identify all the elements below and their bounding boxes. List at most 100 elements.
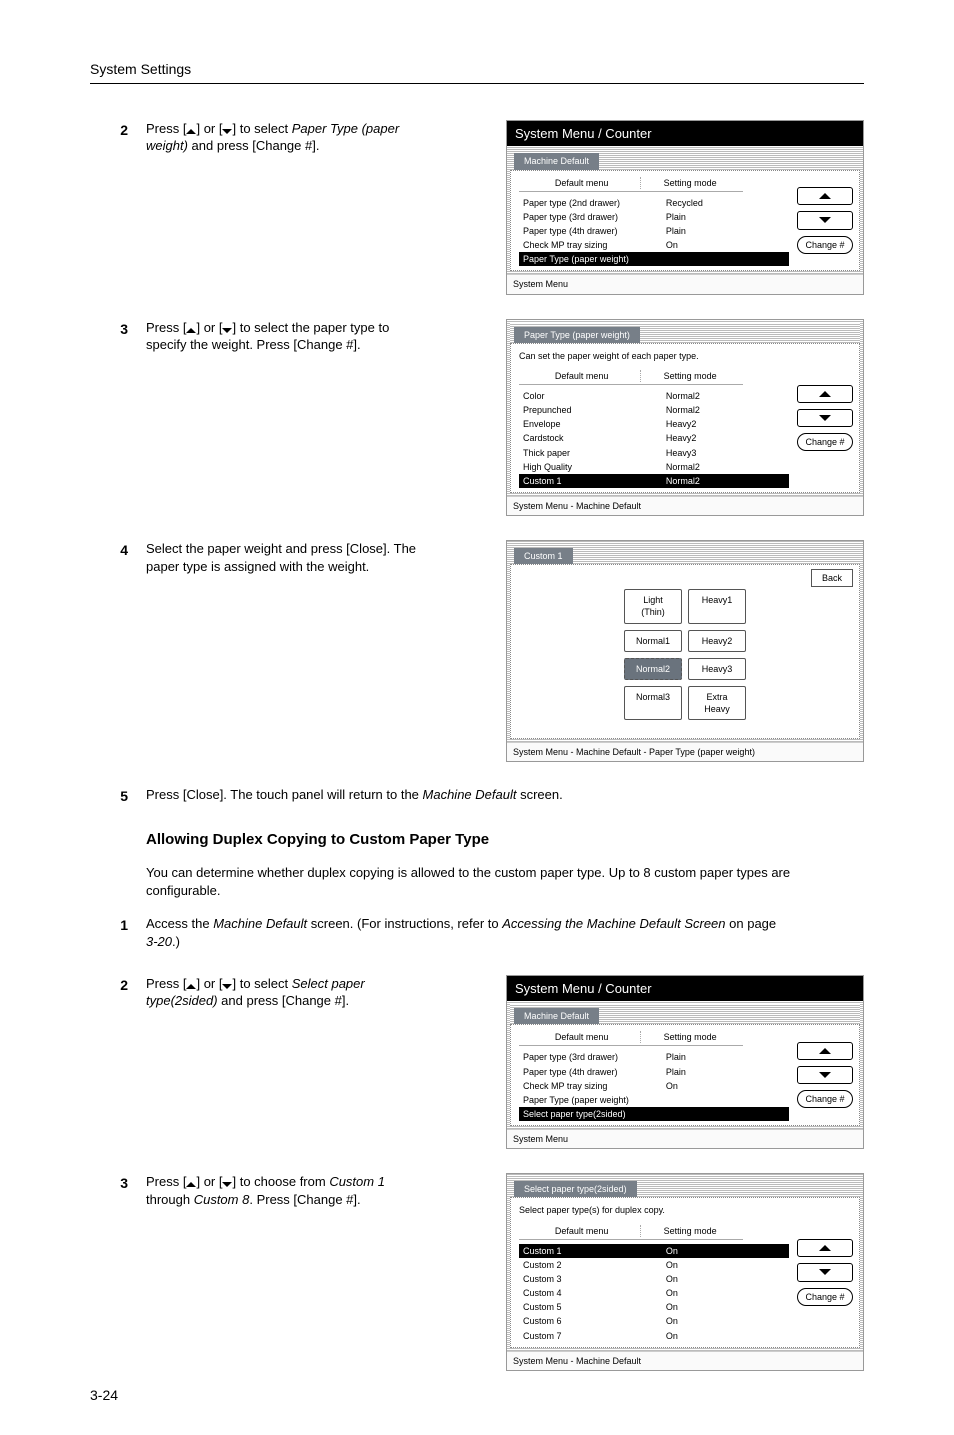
- t: ] or [: [196, 121, 222, 136]
- row-name[interactable]: Paper type (3rd drawer): [523, 211, 666, 223]
- panel-list: Paper type (3rd drawer)Plain Paper type …: [519, 1050, 789, 1121]
- legend-left: Default menu: [523, 1031, 640, 1043]
- row-mode: Plain: [666, 225, 785, 237]
- row-name[interactable]: Prepunched: [523, 404, 666, 416]
- row-mode: Heavy3: [666, 447, 785, 459]
- row-name[interactable]: Select paper type(2sided): [523, 1108, 666, 1120]
- weight-option[interactable]: Light(Thin): [624, 589, 682, 623]
- legend-right: Setting mode: [640, 1225, 739, 1237]
- row-name[interactable]: Custom 1: [523, 475, 666, 487]
- t: on page: [726, 916, 777, 931]
- t: through: [146, 1192, 194, 1207]
- t: Custom 8: [194, 1192, 250, 1207]
- weight-option[interactable]: ExtraHeavy: [688, 686, 746, 720]
- scroll-up-button[interactable]: [797, 187, 853, 205]
- row-name[interactable]: Check MP tray sizing: [523, 1080, 666, 1092]
- down-arrow-icon: [819, 1269, 831, 1275]
- up-arrow-icon: [819, 1048, 831, 1054]
- scroll-up-button[interactable]: [797, 1239, 853, 1257]
- up-arrow-icon: [819, 193, 831, 199]
- legend-left: Default menu: [523, 1225, 640, 1237]
- panel-title: System Menu / Counter: [507, 976, 863, 1002]
- row-name[interactable]: Custom 7: [523, 1330, 666, 1342]
- row-mode: On: [666, 1080, 785, 1092]
- panel-tab[interactable]: Machine Default: [514, 153, 599, 169]
- weight-option[interactable]: Normal2: [624, 658, 682, 680]
- step-number: 4: [90, 540, 146, 560]
- breadcrumb: System Menu - Machine Default - Paper Ty…: [507, 742, 863, 761]
- scroll-down-button[interactable]: [797, 409, 853, 427]
- row-mode: On: [666, 1301, 785, 1313]
- row-name[interactable]: Custom 4: [523, 1287, 666, 1299]
- row-name[interactable]: Paper Type (paper weight): [523, 1094, 666, 1106]
- row-name[interactable]: Thick paper: [523, 447, 666, 459]
- weight-option[interactable]: Heavy1: [688, 589, 746, 623]
- row-mode: Heavy2: [666, 418, 785, 430]
- row-name[interactable]: Paper type (2nd drawer): [523, 197, 666, 209]
- change-button[interactable]: Change #: [797, 1288, 853, 1306]
- row-name[interactable]: Custom 3: [523, 1273, 666, 1285]
- step-text: Press [Close]. The touch panel will retu…: [146, 786, 786, 804]
- scroll-down-button[interactable]: [797, 1263, 853, 1281]
- panel-title: System Menu / Counter: [507, 121, 863, 147]
- panel-list: Paper type (2nd drawer)Recycled Paper ty…: [519, 196, 789, 267]
- panel-tab[interactable]: Machine Default: [514, 1008, 599, 1024]
- panel-tab: Select paper type(2sided): [514, 1181, 637, 1197]
- t: Press [Close]. The touch panel will retu…: [146, 787, 423, 802]
- scroll-down-button[interactable]: [797, 211, 853, 229]
- t: ] or [: [196, 320, 222, 335]
- row-mode: On: [666, 1273, 785, 1285]
- weight-option[interactable]: Normal1: [624, 630, 682, 652]
- step-text: Press [] or [] to select Paper Type (pap…: [146, 120, 426, 295]
- row-name[interactable]: Envelope: [523, 418, 666, 430]
- panel-helper: Select paper type(s) for duplex copy.: [515, 1202, 793, 1222]
- t: Press [: [146, 1174, 186, 1189]
- change-button[interactable]: Change #: [797, 433, 853, 451]
- t: screen.: [516, 787, 562, 802]
- row-name[interactable]: High Quality: [523, 461, 666, 473]
- row-mode: Plain: [666, 211, 785, 223]
- row-name[interactable]: Color: [523, 390, 666, 402]
- row-name[interactable]: Check MP tray sizing: [523, 239, 666, 251]
- panel-list: ColorNormal2 PrepunchedNormal2 EnvelopeH…: [519, 389, 789, 488]
- panel-custom-1-weight: Custom 1 Back Light(Thin) Heavy1 Normal1…: [506, 540, 864, 762]
- weight-option[interactable]: Heavy3: [688, 658, 746, 680]
- t: ] or [: [196, 1174, 222, 1189]
- panel-machine-default-1: System Menu / Counter Machine Default De…: [506, 120, 864, 295]
- step-text: Access the Machine Default screen. (For …: [146, 915, 786, 950]
- t: Custom 1: [329, 1174, 385, 1189]
- weight-option[interactable]: Heavy2: [688, 630, 746, 652]
- legend-right: Setting mode: [640, 177, 739, 189]
- panel-paper-type-weight: Paper Type (paper weight) Can set the pa…: [506, 319, 864, 517]
- row-mode: On: [666, 1287, 785, 1299]
- row-name[interactable]: Paper type (3rd drawer): [523, 1051, 666, 1063]
- change-button[interactable]: Change #: [797, 236, 853, 254]
- step-2: 2 Press [] or [] to select Paper Type (p…: [90, 120, 864, 295]
- change-button[interactable]: Change #: [797, 1090, 853, 1108]
- scroll-up-button[interactable]: [797, 1042, 853, 1060]
- panel-helper: Can set the paper weight of each paper t…: [515, 348, 793, 368]
- step-text: Press [] or [] to choose from Custom 1 t…: [146, 1173, 426, 1371]
- weight-option[interactable]: Normal3: [624, 686, 682, 720]
- scroll-up-button[interactable]: [797, 385, 853, 403]
- row-name[interactable]: Custom 2: [523, 1259, 666, 1271]
- row-name[interactable]: Paper type (4th drawer): [523, 225, 666, 237]
- row-name[interactable]: Paper type (4th drawer): [523, 1066, 666, 1078]
- t: Access the: [146, 916, 213, 931]
- t: ] to select: [232, 121, 291, 136]
- row-name[interactable]: Custom 1: [523, 1245, 666, 1257]
- scroll-down-button[interactable]: [797, 1066, 853, 1084]
- row-name[interactable]: Custom 6: [523, 1315, 666, 1327]
- row-mode: Recycled: [666, 197, 785, 209]
- panel-select-paper-type-2sided: Select paper type(2sided) Select paper t…: [506, 1173, 864, 1371]
- row-name[interactable]: Cardstock: [523, 432, 666, 444]
- row-name[interactable]: Paper Type (paper weight): [523, 253, 666, 265]
- up-arrow-icon: [186, 328, 196, 333]
- section-intro: You can determine whether duplex copying…: [146, 864, 846, 899]
- section-heading: Allowing Duplex Copying to Custom Paper …: [146, 830, 864, 850]
- row-mode: Heavy2: [666, 432, 785, 444]
- row-name[interactable]: Custom 5: [523, 1301, 666, 1313]
- t: ] or [: [196, 976, 222, 991]
- back-button[interactable]: Back: [811, 569, 853, 587]
- t: screen. (For instructions, refer to: [307, 916, 502, 931]
